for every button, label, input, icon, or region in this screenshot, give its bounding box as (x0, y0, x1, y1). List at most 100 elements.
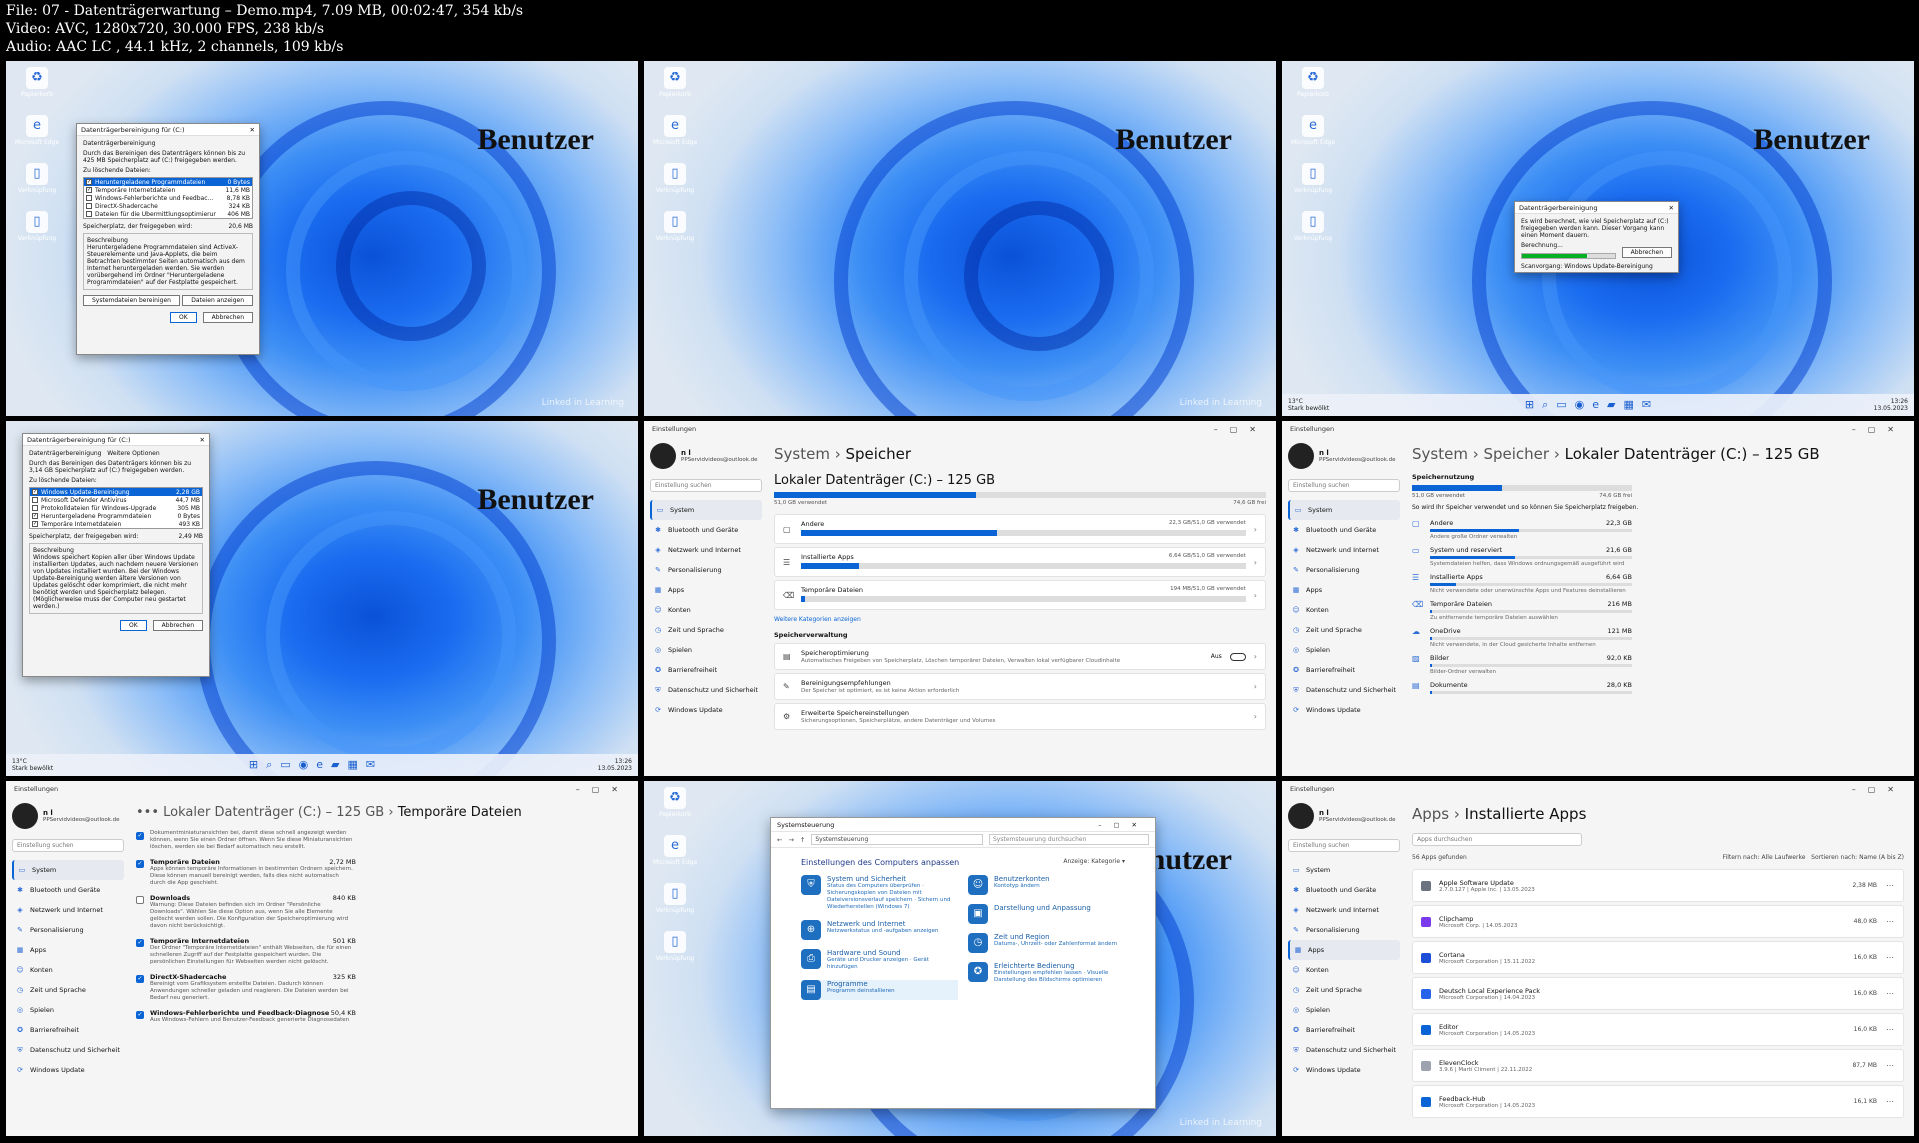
usage-item[interactable]: ▤ Dokumente 28,0 KB (1412, 681, 1632, 696)
storage-management-item[interactable]: ⚙ Erweiterte Speichereinstellungen Sicheru… (774, 703, 1266, 730)
nav-item[interactable]: ⟳ Windows Update (1288, 1060, 1400, 1080)
nav-item[interactable]: ◷ Zeit und Sprache (1288, 980, 1400, 1000)
storage-management-item[interactable]: ✎ Bereinigungsempfehlungen Der Speicher is… (774, 673, 1266, 700)
nav-item[interactable]: ⛨ Datenschutz und Sicherheit (12, 1040, 124, 1060)
nav-item[interactable]: ✎ Personalisierung (1288, 920, 1400, 940)
cp-category-name[interactable]: Programme (827, 980, 895, 988)
checkbox[interactable]: ✓ (86, 179, 92, 185)
cp-category-name[interactable]: Netzwerk und Internet (827, 920, 939, 928)
mail-icon[interactable]: ✉ (366, 758, 375, 772)
file-row[interactable]: Microsoft Defender Antivirus 44,7 MB (30, 496, 202, 504)
back-icon[interactable]: ← (777, 836, 782, 844)
user-profile[interactable]: n l PPServidvideos@outlook.de (1288, 443, 1400, 469)
nav-item[interactable]: ⛨ Datenschutz und Sicherheit (1288, 1040, 1400, 1060)
sort-select[interactable]: Name (A bis Z) (1859, 854, 1904, 861)
close-icon[interactable]: ✕ (200, 436, 205, 444)
checkbox[interactable] (32, 497, 38, 503)
nav-item[interactable]: ⟳ Windows Update (12, 1060, 124, 1080)
more-options-icon[interactable]: ⋯ (1885, 1097, 1895, 1106)
checkbox[interactable]: ✓ (136, 896, 144, 904)
file-row[interactable]: ✓ Windows Update-Bereinigung 2,28 GB (30, 488, 202, 496)
nav-item[interactable]: ▦ Apps (1288, 580, 1400, 600)
cancel-button[interactable]: Abbrechen (1621, 247, 1672, 258)
checkbox[interactable]: ✓ (86, 187, 92, 193)
cp-category[interactable]: ▤ Programme Programm deinstallieren (801, 980, 958, 1000)
desktop-icon-edge[interactable]: e Microsoft Edge (1290, 115, 1336, 163)
app-row[interactable]: Deutsch Local Experience Pack Microsoft C… (1412, 977, 1904, 1010)
close-icon[interactable]: ✕ (1669, 204, 1674, 212)
nav-item[interactable]: ▦ Apps (650, 580, 762, 600)
cp-category[interactable]: ✪ Erleichterte Bedienung Einstellungen emp… (968, 962, 1125, 984)
cp-category[interactable]: ☺ Benutzerkonten Kontotyp ändern (968, 875, 1125, 895)
nav-item[interactable]: ▦ Apps (12, 940, 124, 960)
app-row[interactable]: Feedback-Hub Microsoft Corporation | 14.0… (1412, 1085, 1904, 1118)
desktop-icon-recycle-bin[interactable]: ♻ Papierkorb (1290, 67, 1336, 115)
cp-category-links[interactable]: Programm deinstallieren (827, 988, 895, 995)
cp-category-links[interactable]: Einstellungen empfehlen lassen · Visuell… (994, 970, 1125, 984)
desktop-icon-recycle-bin[interactable]: ♻ Papierkorb (652, 67, 698, 115)
forward-icon[interactable]: → (788, 836, 793, 844)
file-row[interactable]: ✓ Heruntergeladene Programmdateien 0 Bytes (30, 512, 202, 520)
desktop-icon-shortcut[interactable]: ▯ Verknüpfung (1290, 163, 1336, 211)
desktop-icon-recycle-bin[interactable]: ♻ Papierkorb (652, 787, 698, 835)
desktop-icon-edge[interactable]: e Microsoft Edge (14, 115, 60, 163)
nav-item[interactable]: ◈ Netzwerk und Internet (650, 540, 762, 560)
desktop-icon-edge[interactable]: e Microsoft Edge (652, 835, 698, 883)
cp-category[interactable]: ◷ Zeit und Region Datums-, Uhrzeit- oder Z… (968, 933, 1125, 953)
cancel-button[interactable]: Abbrechen (152, 620, 203, 631)
desktop-icon-recycle-bin[interactable]: ♻ Papierkorb (14, 67, 60, 115)
nav-item[interactable]: ◈ Netzwerk und Internet (1288, 540, 1400, 560)
window-controls[interactable]: –▢✕ (1852, 425, 1906, 434)
desktop-icon-shortcut[interactable]: ▯ Verknüpfung (652, 883, 698, 931)
taskview-icon[interactable]: ▭ (1556, 398, 1566, 412)
search-icon[interactable]: ⌕ (266, 758, 272, 772)
apps-search-input[interactable]: Apps durchsuchen (1412, 833, 1582, 846)
cp-category-links[interactable]: Netzwerkstatus und -aufgaben anzeigen (827, 928, 939, 935)
desktop-icon-shortcut[interactable]: ▯ Verknüpfung (1290, 211, 1336, 259)
system-files-button[interactable]: Systemdateien bereinigen (83, 295, 180, 306)
search-icon[interactable]: ⌕ (1542, 398, 1548, 412)
nav-item[interactable]: ✎ Personalisierung (12, 920, 124, 940)
nav-item[interactable]: ◷ Zeit und Sprache (650, 620, 762, 640)
nav-item[interactable]: ✱ Bluetooth und Geräte (1288, 520, 1400, 540)
nav-item[interactable]: ◷ Zeit und Sprache (1288, 620, 1400, 640)
nav-item[interactable]: ◷ Zeit und Sprache (12, 980, 124, 1000)
checkbox[interactable]: ✓ (136, 1011, 144, 1019)
storage-category[interactable]: ☰ Installierte Apps 6,64 GB/51,0 GB verwen… (774, 547, 1266, 577)
nav-item[interactable]: ▦ Apps (1288, 940, 1400, 960)
app-row[interactable]: Apple Software Update 2.7.0.127 | Apple I… (1412, 869, 1904, 902)
nav-item[interactable]: ☺ Konten (650, 600, 762, 620)
cp-category-name[interactable]: Benutzerkonten (994, 875, 1050, 883)
close-icon[interactable]: ✕ (250, 126, 255, 134)
checkbox[interactable]: ✓ (32, 489, 38, 495)
desktop-icon-shortcut[interactable]: ▯ Verknüpfung (652, 931, 698, 979)
cp-category-name[interactable]: System und Sicherheit (827, 875, 958, 883)
nav-item[interactable]: ☺ Konten (12, 960, 124, 980)
checkbox[interactable]: ✓ (136, 975, 144, 983)
checkbox[interactable] (86, 195, 92, 201)
chat-icon[interactable]: ◉ (299, 758, 309, 772)
cp-search-input[interactable]: Systemsteuerung durchsuchen (989, 834, 1149, 845)
nav-item[interactable]: ▭ System (12, 860, 124, 880)
nav-item[interactable]: ✪ Barrierefreiheit (12, 1020, 124, 1040)
dialog-tab[interactable]: Weitere Optionen (107, 450, 159, 457)
more-options-icon[interactable]: ⋯ (1885, 953, 1895, 962)
desktop-icon-shortcut[interactable]: ▯ Verknüpfung (14, 163, 60, 211)
app-row[interactable]: Editor Microsoft Corporation | 14.05.2023… (1412, 1013, 1904, 1046)
usage-item[interactable]: ⌫ Temporäre Dateien 216 MB Zu entfernende t… (1412, 600, 1632, 621)
nav-item[interactable]: ✱ Bluetooth und Geräte (1288, 880, 1400, 900)
dialog-tab[interactable]: Datenträgerbereinigung (29, 450, 102, 457)
nav-item[interactable]: ⟳ Windows Update (650, 700, 762, 720)
start-icon[interactable]: ⊞ (1525, 398, 1534, 412)
nav-item[interactable]: ✪ Barrierefreiheit (1288, 660, 1400, 680)
nav-item[interactable]: ◎ Spielen (12, 1000, 124, 1020)
folder-icon[interactable]: ▰ (1607, 398, 1615, 412)
app-row[interactable]: ElevenClock 3.9.6 | Martí Climent | 22.11… (1412, 1049, 1904, 1082)
view-select[interactable]: Kategorie ▾ (1091, 858, 1125, 865)
more-options-icon[interactable]: ⋯ (1885, 1025, 1895, 1034)
settings-search-input[interactable]: Einstellung suchen (1288, 839, 1400, 852)
nav-item[interactable]: ⛨ Datenschutz und Sicherheit (1288, 680, 1400, 700)
more-categories-link[interactable]: Weitere Kategorien anzeigen (774, 616, 1266, 623)
more-options-icon[interactable]: ⋯ (1885, 881, 1895, 890)
desktop-icon-shortcut[interactable]: ▯ Verknüpfung (14, 211, 60, 259)
